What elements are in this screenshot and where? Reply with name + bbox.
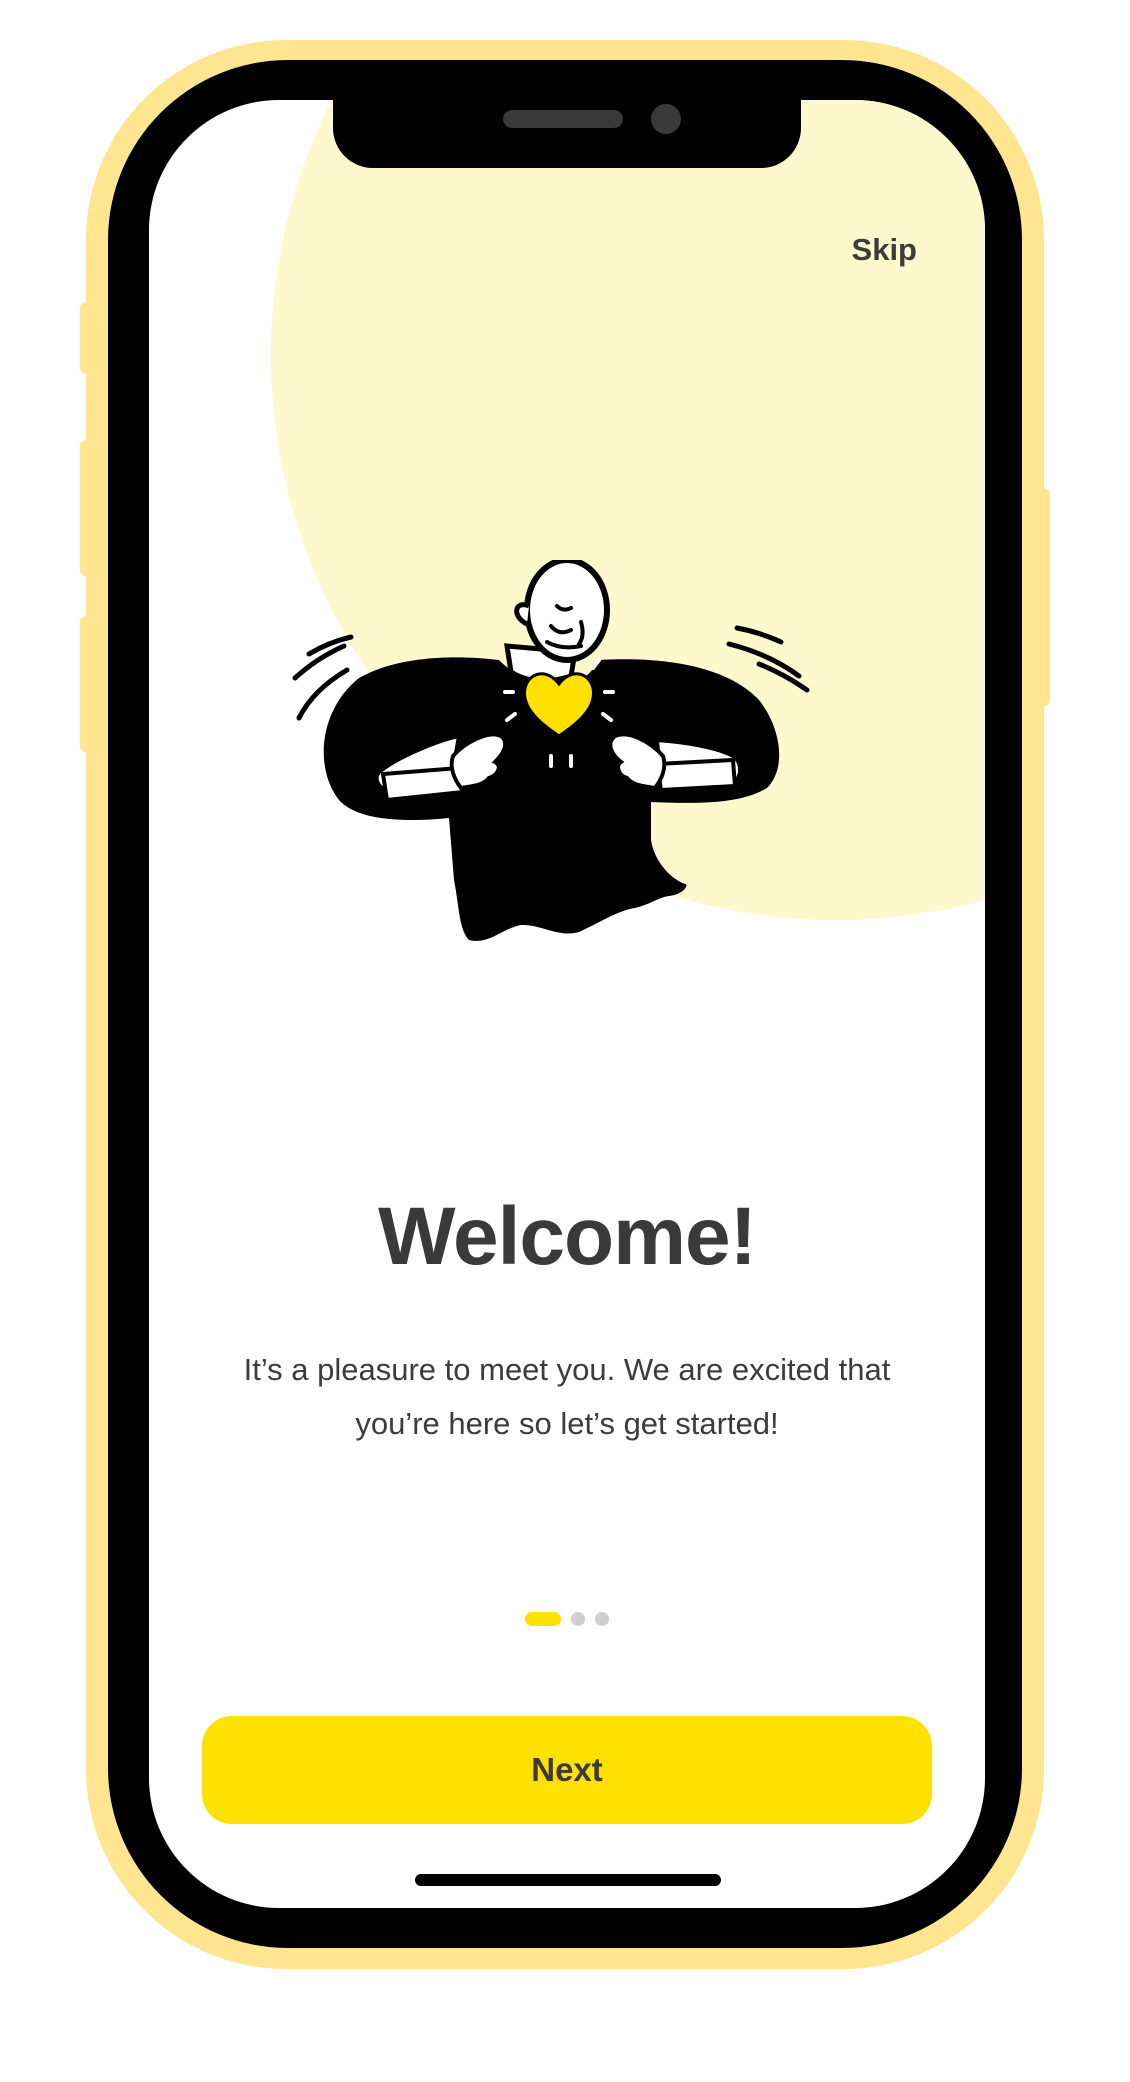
page-title: Welcome! bbox=[378, 1191, 757, 1282]
speaker-grille bbox=[503, 110, 623, 128]
home-indicator bbox=[415, 1874, 721, 1886]
page-indicator bbox=[149, 1612, 985, 1626]
person-holding-heart-illustration bbox=[292, 560, 810, 941]
phone-screen: Skip Welcome! It’s a pleasure to meet yo… bbox=[149, 100, 985, 1908]
head bbox=[514, 560, 610, 663]
page-dot-active bbox=[525, 1612, 561, 1626]
page-dot bbox=[595, 1612, 609, 1626]
front-camera bbox=[651, 104, 681, 134]
phone-notch bbox=[333, 100, 801, 168]
welcome-description: It’s a pleasure to meet you. We are exci… bbox=[243, 1352, 891, 1441]
page-dot bbox=[571, 1612, 585, 1626]
skip-button[interactable]: Skip bbox=[852, 232, 917, 268]
right-cuff bbox=[654, 757, 738, 793]
motion-lines-right bbox=[726, 625, 810, 693]
next-button[interactable]: Next bbox=[202, 1716, 932, 1824]
